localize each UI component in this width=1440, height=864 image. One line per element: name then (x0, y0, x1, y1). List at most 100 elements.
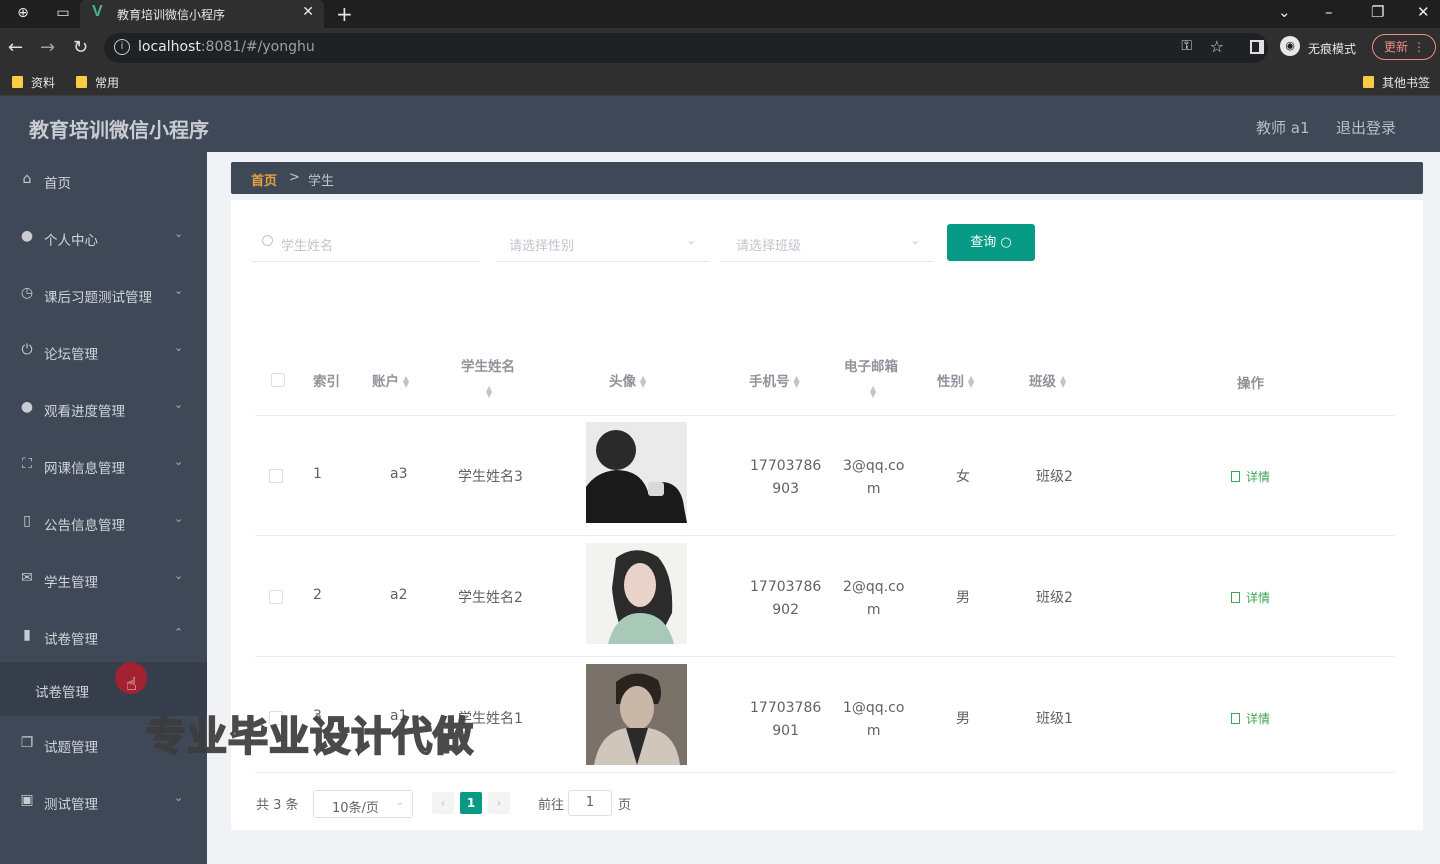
tab-close-icon[interactable]: ✕ (302, 4, 314, 20)
clock-icon: ◷ (20, 285, 34, 301)
sidebar-item-forum[interactable]: ⏻ 论坛管理 ⌄ (0, 323, 207, 379)
address-bar[interactable]: i localhost:8081/#/yonghu ⚿ ☆ (104, 33, 1268, 63)
site-info-icon[interactable]: i (114, 39, 130, 55)
select-all-checkbox[interactable] (271, 373, 285, 387)
next-page-button[interactable]: › (488, 792, 510, 814)
browser-menu-icon[interactable]: ⊕ (14, 4, 32, 22)
user-icon: ● (20, 399, 34, 415)
update-button[interactable]: 更新 ⋮ (1372, 34, 1436, 60)
sort-icon: ▲ ▼ (1060, 374, 1067, 389)
back-button[interactable]: ← (8, 37, 23, 58)
chevron-down-icon: ⌄ (174, 227, 184, 240)
new-tab-button[interactable]: + (336, 2, 353, 26)
cell-gender: 男 (956, 711, 970, 727)
browser-tab-active[interactable]: V 教育培训微信小程序 ✕ (80, 0, 324, 28)
chevron-down-icon: ⌄ (174, 341, 184, 354)
power-icon: ⏻ (21, 342, 33, 358)
goto-suffix: 页 (618, 798, 632, 813)
chevron-down-icon: ⌄ (174, 791, 184, 804)
student-avatar-image (586, 664, 687, 765)
sidebar-item-papers[interactable]: ▮ 试卷管理 ⌃ (0, 608, 207, 664)
sidebar-item-label: 首页 (44, 176, 71, 192)
cell-index: 1 (313, 466, 322, 482)
sidebar-item-home[interactable]: ⌂ 首页 (0, 152, 207, 208)
incognito-label: 无痕模式 (1308, 42, 1357, 56)
search-icon: ○ (1000, 235, 1012, 250)
cell-email: 3@qq.co m (843, 458, 905, 497)
cell-name: 学生姓名2 (458, 590, 523, 606)
sidebar-item-label: 试卷管理 (44, 632, 98, 648)
mail-icon: ✉ (21, 570, 33, 586)
header-name[interactable]: 学生姓名 (461, 355, 515, 375)
student-avatar-image (586, 543, 687, 644)
header-account[interactable]: 账户 ▲ ▼ (372, 370, 409, 390)
chevron-down-icon: ⌄ (686, 234, 696, 247)
class-select[interactable]: 请选择班级 ⌄ (720, 224, 934, 262)
row-checkbox[interactable] (269, 590, 283, 604)
password-key-icon[interactable]: ⚿ (1181, 38, 1192, 54)
sidebar-item-progress[interactable]: ● 观看进度管理 ⌄ (0, 380, 207, 436)
sidebar-item-homework-tests[interactable]: ◷ 课后习题测试管理 ⌄ (0, 266, 207, 322)
restore-button[interactable]: ❐ (1371, 3, 1384, 21)
app-header: 教育培训微信小程序 教师 a1 退出登录 (0, 96, 1440, 152)
detail-link[interactable]: 详情 (1231, 710, 1270, 727)
bookmark-folder[interactable]: 常用 (76, 74, 119, 91)
calendar-icon: ▣ (20, 792, 34, 808)
header-action: 操作 (1237, 376, 1264, 392)
url-text: localhost:8081/#/yonghu (138, 39, 315, 55)
chevron-down-icon: ⌄ (395, 797, 404, 808)
vue-logo-icon: V (92, 3, 103, 20)
placeholder-text: 学生姓名 (281, 239, 334, 254)
header-index: 索引 (313, 374, 340, 390)
close-window-button[interactable]: ✕ (1417, 3, 1430, 21)
sidebar-item-tests[interactable]: ▣ 测试管理 ⌄ (0, 773, 207, 829)
sidebar-item-label: 测试管理 (44, 797, 98, 813)
header-phone[interactable]: 手机号 ▲ ▼ (749, 370, 800, 390)
header-email[interactable]: 电子邮箱 (844, 355, 898, 375)
cell-gender: 男 (956, 590, 970, 606)
detail-link[interactable]: 详情 (1231, 468, 1270, 485)
cell-class: 班级2 (1036, 590, 1073, 606)
minimize-button[interactable]: – (1325, 3, 1333, 21)
current-user: 教师 a1 (1256, 119, 1310, 137)
tab-overview-icon[interactable]: ▭ (54, 4, 72, 22)
bookmark-folder[interactable]: 资料 (12, 74, 55, 91)
breadcrumb: 首页 > 学生 (231, 162, 1423, 194)
bookmark-star-icon[interactable]: ☆ (1210, 37, 1224, 56)
cell-name: 学生姓名3 (458, 469, 523, 485)
folder-icon (1363, 76, 1374, 88)
app-title: 教育培训微信小程序 (29, 118, 209, 142)
student-name-input[interactable]: 学生姓名 (252, 224, 480, 262)
cell-account: a3 (390, 466, 408, 482)
detail-link[interactable]: 详情 (1231, 589, 1270, 606)
sidebar-item-notices[interactable]: ▯ 公告信息管理 ⌄ (0, 494, 207, 550)
reload-button[interactable]: ↻ (73, 37, 88, 58)
sort-icon[interactable]: ▲ ▼ (870, 385, 876, 399)
cell-gender: 女 (956, 469, 970, 485)
sidebar-item-students[interactable]: ✉ 学生管理 ⌄ (0, 551, 207, 607)
breadcrumb-home[interactable]: 首页 (251, 170, 277, 189)
bookmarks-bar: 资料 常用 其他书签 (0, 68, 1440, 96)
gender-select[interactable]: 请选择性别 ⌄ (496, 224, 710, 262)
forward-button[interactable]: → (40, 37, 55, 58)
prev-page-button[interactable]: ‹ (432, 792, 454, 814)
sidebar-item-courses[interactable]: ⛶ 网课信息管理 ⌄ (0, 437, 207, 493)
header-avatar[interactable]: 头像 ▲ ▼ (609, 370, 646, 390)
goto-page-input[interactable]: 1 (568, 790, 612, 816)
sidebar-item-label: 个人中心 (44, 233, 98, 249)
tab-search-icon[interactable]: ⌄ (1278, 3, 1291, 21)
sort-icon[interactable]: ▲ ▼ (486, 385, 492, 399)
side-panel-icon[interactable] (1250, 40, 1264, 54)
other-bookmarks[interactable]: 其他书签 (1363, 74, 1430, 91)
page-number-current[interactable]: 1 (460, 792, 482, 814)
query-button[interactable]: 查询 ○ (947, 224, 1035, 261)
sidebar-item-profile[interactable]: ● 个人中心 ⌄ (0, 209, 207, 265)
header-class[interactable]: 班级 ▲ ▼ (1029, 370, 1066, 390)
watermark-text: 专业毕业设计代做 (145, 713, 474, 761)
row-checkbox[interactable] (269, 469, 283, 483)
sidebar-item-label: 试题管理 (44, 740, 98, 756)
logout-link[interactable]: 退出登录 (1336, 117, 1396, 138)
header-gender[interactable]: 性别 ▲ ▼ (937, 370, 974, 390)
page-size-select[interactable]: 10条/页 ⌄ (313, 790, 413, 818)
chevron-down-icon: ⌄ (174, 569, 184, 582)
